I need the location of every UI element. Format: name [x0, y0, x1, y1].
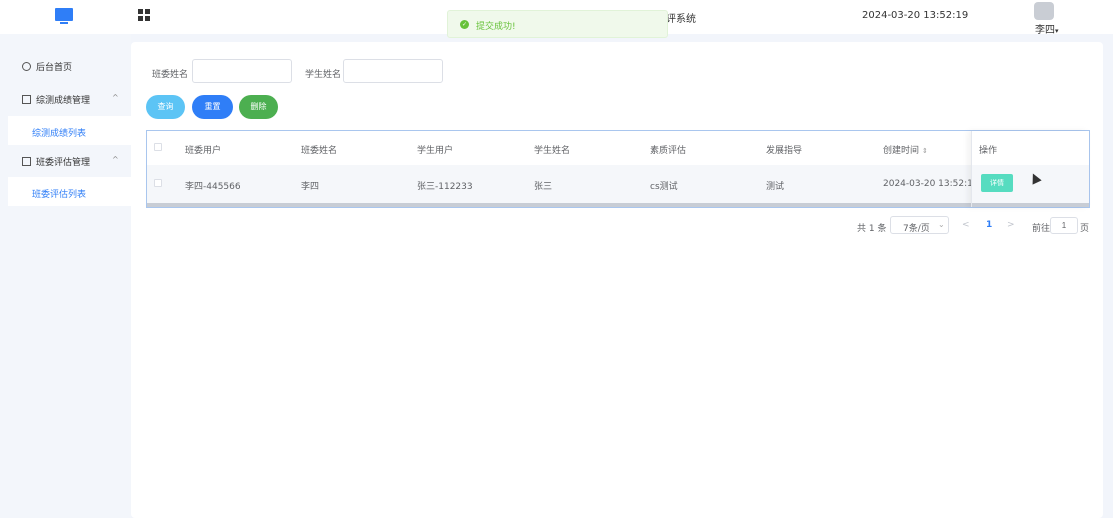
sidebar-item-label: 综测成绩管理 [36, 96, 91, 106]
col-class-name: 班委姓名 [301, 146, 338, 156]
col-created-label: 创建时间 [883, 146, 920, 156]
col-action: 操作 [979, 146, 998, 156]
goto-label: 前往 [1032, 224, 1051, 234]
check-circle-icon: ✓ [460, 20, 469, 29]
sidebar-item-score-management[interactable]: 综测成绩管理 ^ [0, 85, 131, 113]
class-name-input[interactable] [192, 59, 292, 83]
sort-icon[interactable]: ⇕ [922, 147, 928, 155]
student-name-input[interactable] [343, 59, 443, 83]
clock-icon [22, 62, 31, 71]
user-menu[interactable]: 李四▾ [1035, 21, 1059, 36]
sidebar-item-label: 后台首页 [36, 63, 73, 73]
detail-button[interactable]: 详情 [981, 174, 1013, 192]
goto-page-input[interactable] [1050, 217, 1078, 234]
delete-button[interactable]: 删除 [239, 95, 278, 119]
menu-grid-icon[interactable] [138, 9, 150, 21]
cell-class-name: 李四 [301, 182, 320, 192]
col-class-user: 班委用户 [185, 146, 222, 156]
toast-message: 提交成功! [476, 22, 516, 32]
sidebar-item-home[interactable]: 后台首页 [0, 52, 131, 80]
page-size-select[interactable]: 7条/页 ⌄ [890, 216, 949, 234]
action-column: 操作 详情 [971, 131, 1089, 207]
success-toast: ✓ 提交成功! [447, 10, 668, 38]
page-unit-label: 页 [1080, 224, 1090, 234]
sidebar-item-score-list[interactable]: 综测成绩列表 [8, 116, 131, 145]
cell-guidance: 测试 [766, 182, 785, 192]
reset-button[interactable]: 重置 [192, 95, 233, 119]
page-number-1[interactable]: 1 [986, 220, 992, 230]
sidebar-item-label: 班委评估管理 [36, 158, 91, 168]
monitor-logo-icon [55, 8, 73, 24]
chevron-up-icon: ^ [112, 155, 119, 164]
list-icon [22, 95, 31, 104]
query-button[interactable]: 查询 [146, 95, 185, 119]
table-row[interactable]: 李四-445566 李四 张三-112233 张三 cs测试 测试 2024-0… [147, 165, 1089, 203]
class-name-label: 班委姓名 [152, 70, 189, 80]
pagination-total: 共 1 条 [857, 224, 887, 234]
cell-quality: cs测试 [650, 182, 678, 192]
list-icon [22, 157, 31, 166]
main-content: 班委姓名 学生姓名 查询 重置 删除 班委用户 班委姓名 学生用户 学生姓名 素… [131, 42, 1103, 518]
student-name-label: 学生姓名 [305, 70, 342, 80]
sidebar-item-label: 班委评估列表 [32, 190, 87, 200]
cell-class-user: 李四-445566 [185, 182, 241, 192]
page-size-value: 7条/页 [903, 224, 930, 234]
cell-student-name: 张三 [534, 182, 553, 192]
col-student-user: 学生用户 [417, 146, 454, 156]
action-header: 操作 [972, 131, 1089, 165]
cell-created: 2024-03-20 13:52:17 [883, 179, 979, 189]
col-created[interactable]: 创建时间 ⇕ [883, 143, 928, 156]
chevron-down-icon: ⌄ [938, 220, 945, 229]
sidebar: 后台首页 综测成绩管理 ^ 综测成绩列表 班委评估管理 ^ 班委评估列表 [0, 34, 131, 518]
sidebar-item-evaluation-management[interactable]: 班委评估管理 ^ [0, 147, 131, 175]
caret-down-icon: ▾ [1055, 27, 1059, 35]
next-page-button[interactable]: > [1007, 220, 1015, 230]
col-student-name: 学生姓名 [534, 146, 571, 156]
data-table: 班委用户 班委姓名 学生用户 学生姓名 素质评估 发展指导 创建时间 ⇕ 李四-4… [146, 130, 1090, 208]
col-quality: 素质评估 [650, 146, 687, 156]
horizontal-scrollbar[interactable] [147, 203, 1089, 207]
prev-page-button[interactable]: < [962, 220, 970, 230]
chevron-up-icon: ^ [112, 93, 119, 102]
sidebar-item-label: 综测成绩列表 [32, 129, 87, 139]
sidebar-item-evaluation-list[interactable]: 班委评估列表 [8, 177, 131, 206]
avatar[interactable] [1034, 2, 1054, 20]
select-all-checkbox[interactable] [154, 143, 162, 151]
user-name: 李四 [1035, 25, 1055, 36]
col-guidance: 发展指导 [766, 146, 803, 156]
action-cell: 详情 [972, 165, 1089, 203]
row-checkbox[interactable] [154, 179, 162, 187]
table-header: 班委用户 班委姓名 学生用户 学生姓名 素质评估 发展指导 创建时间 ⇕ [147, 131, 1089, 165]
header-datetime: 2024-03-20 13:52:19 [862, 10, 969, 21]
system-title: 评系统 [666, 14, 696, 25]
cell-student-user: 张三-112233 [417, 182, 473, 192]
